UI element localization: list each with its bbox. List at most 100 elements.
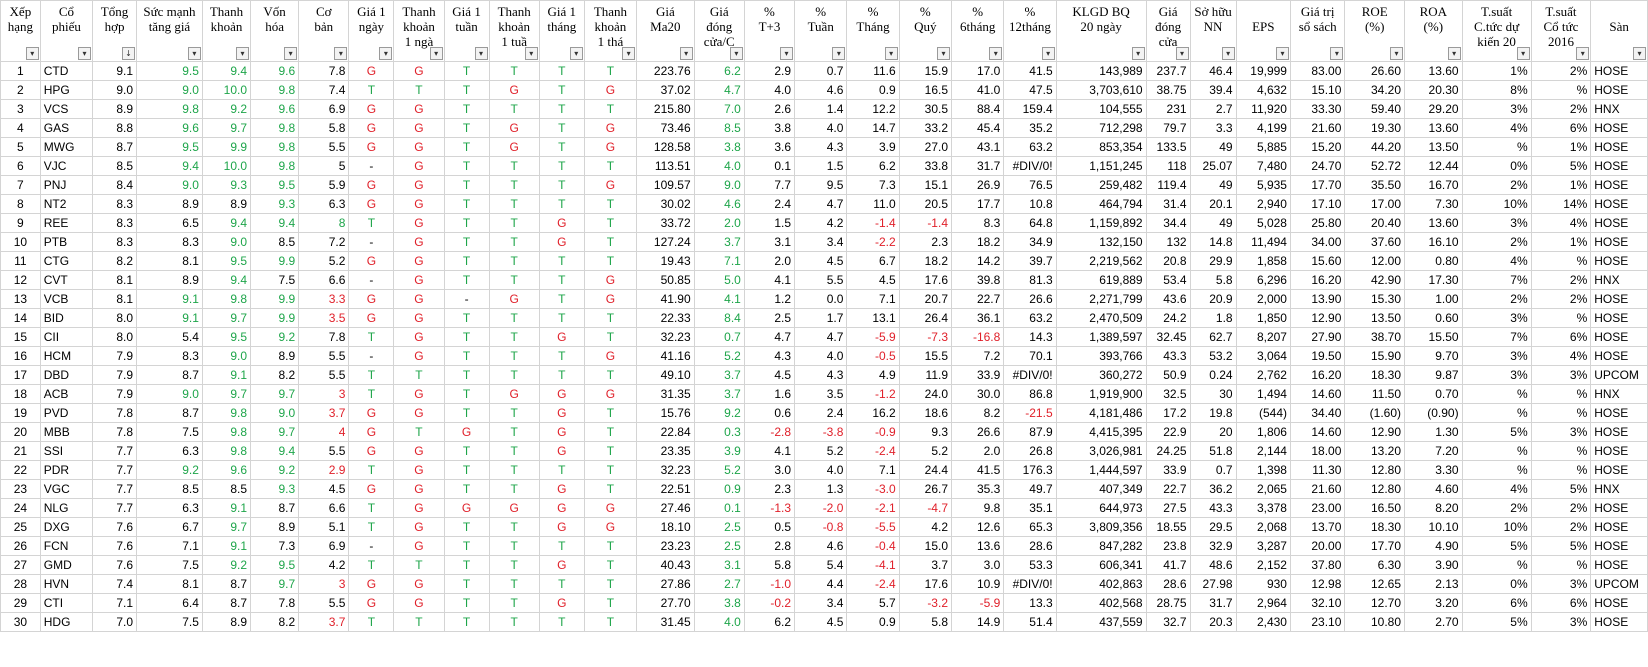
cell-overall[interactable]: 8.4 — [92, 175, 137, 195]
cell-rank[interactable]: 14 — [0, 308, 41, 328]
cell-liquidity-1m[interactable]: G — [583, 517, 638, 537]
cell-pct-month[interactable]: -3.0 — [846, 479, 900, 499]
sort-descending-icon[interactable]: ↓ — [122, 47, 135, 60]
cell-pct-quarter[interactable]: 20.7 — [898, 289, 953, 309]
cell-avg-volume-20d[interactable]: 1,389,597 — [1055, 327, 1147, 347]
cell-roe[interactable]: 16.50 — [1344, 498, 1406, 518]
cell-roa[interactable]: 0.60 — [1404, 308, 1463, 328]
cell-avg-volume-20d[interactable]: 4,181,486 — [1055, 403, 1147, 423]
cell-market-cap[interactable]: 9.4 — [250, 441, 300, 461]
cell-liquidity-1d[interactable]: G — [393, 384, 445, 404]
cell-avg-volume-20d[interactable]: 143,989 — [1055, 61, 1147, 81]
cell-ma20[interactable]: 22.33 — [636, 308, 695, 328]
cell-avg-volume-20d[interactable]: 393,766 — [1055, 346, 1147, 366]
cell-pct-month[interactable]: 3.9 — [846, 137, 900, 157]
cell-fundamental[interactable]: 5.5 — [298, 137, 350, 157]
cell-ticker[interactable]: NT2 — [39, 194, 94, 214]
cell-pct-6m[interactable]: 26.6 — [950, 422, 1005, 442]
cell-liquidity-1w[interactable]: T — [488, 612, 540, 632]
cell-pct-week[interactable]: 9.5 — [794, 175, 848, 195]
cell-dividend-yield-2016[interactable]: % — [1530, 384, 1592, 404]
cell-price-1d[interactable]: G — [348, 441, 395, 461]
filter-dropdown-icon[interactable]: ▾ — [884, 47, 898, 60]
cell-price-1m[interactable]: G — [538, 232, 585, 252]
cell-close-ratio[interactable]: 5.0 — [693, 270, 745, 290]
cell-liquidity[interactable]: 8.9 — [201, 194, 252, 214]
cell-exchange[interactable]: HOSE — [1590, 156, 1648, 176]
cell-pct-quarter[interactable]: 24.0 — [898, 384, 953, 404]
cell-pct-month[interactable]: 13.1 — [846, 308, 900, 328]
cell-fundamental[interactable]: 5.9 — [298, 175, 350, 195]
cell-price-1m[interactable]: T — [538, 270, 585, 290]
cell-ticker[interactable]: VJC — [39, 156, 94, 176]
cell-pct-t3[interactable]: -1.0 — [743, 574, 796, 594]
filter-dropdown-icon[interactable]: ▾ — [474, 47, 488, 60]
cell-liquidity[interactable]: 9.0 — [201, 232, 252, 252]
cell-liquidity-1m[interactable]: T — [583, 156, 638, 176]
cell-eps[interactable]: 5,885 — [1235, 137, 1291, 157]
cell-expected-dividend-yield[interactable]: % — [1461, 460, 1532, 480]
cell-pct-t3[interactable]: 4.3 — [743, 346, 796, 366]
cell-price-1m[interactable]: G — [538, 498, 585, 518]
cell-liquidity-1w[interactable]: G — [488, 118, 540, 138]
cell-liquidity-1d[interactable]: G — [393, 61, 445, 81]
cell-price-strength[interactable]: 6.7 — [136, 517, 203, 537]
cell-liquidity[interactable]: 9.2 — [201, 555, 252, 575]
table-row[interactable]: 2 HPG 9.0 9.0 10.0 9.8 7.4 T T T G T G 37.02 4.7 4.0 4.6… — [0, 80, 1648, 100]
cell-ticker[interactable]: PVD — [39, 403, 94, 423]
cell-liquidity-1w[interactable]: G — [488, 289, 540, 309]
cell-roe[interactable]: 15.30 — [1344, 289, 1406, 309]
cell-eps[interactable]: 4,632 — [1235, 80, 1291, 100]
cell-avg-volume-20d[interactable]: 464,794 — [1055, 194, 1147, 214]
cell-ticker[interactable]: FCN — [39, 536, 94, 556]
cell-expected-dividend-yield[interactable]: 2% — [1461, 498, 1532, 518]
cell-liquidity[interactable]: 8.7 — [201, 593, 252, 613]
cell-liquidity-1m[interactable]: T — [583, 251, 638, 271]
cell-ticker[interactable]: NLG — [39, 498, 94, 518]
cell-pct-6m[interactable]: 12.6 — [950, 517, 1005, 537]
cell-foreign-ownership[interactable]: 62.7 — [1189, 327, 1237, 347]
cell-pct-quarter[interactable]: 15.1 — [898, 175, 953, 195]
cell-liquidity-1m[interactable]: G — [583, 270, 638, 290]
filter-dropdown-icon[interactable]: ▾ — [1041, 47, 1055, 60]
cell-close-price[interactable]: 20.8 — [1145, 251, 1191, 271]
cell-fundamental[interactable]: 7.8 — [298, 327, 350, 347]
cell-roa[interactable]: 3.20 — [1404, 593, 1463, 613]
filter-dropdown-icon[interactable]: ▾ — [524, 47, 538, 60]
cell-ma20[interactable]: 33.72 — [636, 213, 695, 233]
cell-liquidity-1w[interactable]: T — [488, 175, 540, 195]
cell-roa[interactable]: 3.30 — [1404, 460, 1463, 480]
cell-price-1w[interactable]: T — [443, 308, 490, 328]
cell-roe[interactable]: 12.80 — [1344, 460, 1406, 480]
cell-pct-6m[interactable]: 30.0 — [950, 384, 1005, 404]
cell-foreign-ownership[interactable]: 0.24 — [1189, 365, 1237, 385]
cell-price-strength[interactable]: 6.4 — [136, 593, 203, 613]
cell-expected-dividend-yield[interactable]: 4% — [1461, 251, 1532, 271]
cell-book-value[interactable]: 17.10 — [1289, 194, 1346, 214]
cell-pct-month[interactable]: 14.7 — [846, 118, 900, 138]
cell-rank[interactable]: 6 — [0, 156, 41, 176]
cell-market-cap[interactable]: 9.9 — [250, 251, 300, 271]
cell-liquidity-1w[interactable]: T — [488, 308, 540, 328]
cell-liquidity-1d[interactable]: T — [393, 612, 445, 632]
cell-close-price[interactable]: 18.55 — [1145, 517, 1191, 537]
cell-pct-month[interactable]: 11.0 — [846, 194, 900, 214]
cell-book-value[interactable]: 11.30 — [1289, 460, 1346, 480]
cell-liquidity[interactable]: 9.8 — [201, 289, 252, 309]
cell-fundamental[interactable]: 5 — [298, 156, 350, 176]
cell-avg-volume-20d[interactable]: 4,415,395 — [1055, 422, 1147, 442]
cell-roa[interactable]: 17.30 — [1404, 270, 1463, 290]
cell-close-ratio[interactable]: 4.0 — [693, 156, 745, 176]
cell-dividend-yield-2016[interactable]: 5% — [1530, 479, 1592, 499]
cell-fundamental[interactable]: 6.9 — [298, 99, 350, 119]
cell-foreign-ownership[interactable]: 31.7 — [1189, 593, 1237, 613]
cell-pct-week[interactable]: -0.8 — [794, 517, 848, 537]
cell-expected-dividend-yield[interactable]: 10% — [1461, 517, 1532, 537]
cell-pct-month[interactable]: 7.1 — [846, 460, 900, 480]
table-row[interactable]: 4 GAS 8.8 9.6 9.7 9.8 5.8 G G T G T G 73.46 8.5 3.8 4.0 1… — [0, 118, 1648, 138]
cell-price-1m[interactable]: T — [538, 251, 585, 271]
cell-ma20[interactable]: 40.43 — [636, 555, 695, 575]
cell-avg-volume-20d[interactable]: 259,482 — [1055, 175, 1147, 195]
cell-liquidity-1w[interactable]: T — [488, 156, 540, 176]
cell-ma20[interactable]: 113.51 — [636, 156, 695, 176]
